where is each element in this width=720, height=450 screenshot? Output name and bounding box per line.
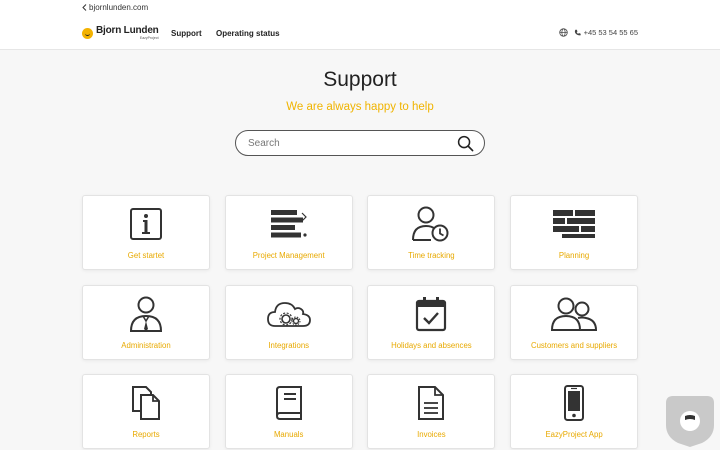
users-icon xyxy=(551,297,598,331)
card-label: Integrations xyxy=(268,340,310,350)
page-title: Support xyxy=(323,68,397,91)
back-link[interactable]: bjornlunden.com xyxy=(82,3,148,12)
info-icon xyxy=(130,208,162,240)
admin-user-icon xyxy=(129,296,163,332)
top-bar: bjornlunden.com xyxy=(0,0,720,16)
nav-link-operating-status[interactable]: Operating status xyxy=(216,29,280,38)
chat-widget-button[interactable] xyxy=(665,395,715,447)
chevron-left-icon xyxy=(82,4,87,11)
card-label: Manuals xyxy=(273,430,304,439)
globe-icon[interactable] xyxy=(558,28,568,37)
back-link-label: bjornlunden.com xyxy=(89,3,149,12)
card-eazyproject-app[interactable]: EazyProject App xyxy=(510,374,639,449)
card-integrations[interactable]: Integrations xyxy=(224,284,353,360)
card-label: Holidays and absences xyxy=(391,340,472,350)
phone-icon xyxy=(574,29,581,36)
card-label: Get startet xyxy=(127,251,165,260)
navbar: Bjorn Lunden EazyProject Support Operati… xyxy=(0,16,720,50)
mobile-phone-icon xyxy=(564,385,585,421)
search-input[interactable] xyxy=(248,135,448,152)
card-label: Customers and suppliers xyxy=(530,340,618,350)
card-planning[interactable]: Planning xyxy=(510,195,639,270)
cloud-gears-icon xyxy=(266,301,311,327)
card-get-started[interactable]: Get startet xyxy=(82,195,210,270)
card-holidays-absences[interactable]: Holidays and absences xyxy=(367,284,496,360)
card-label: Planning xyxy=(558,251,590,260)
card-project-management[interactable]: Project Management xyxy=(224,195,353,270)
card-customers-suppliers[interactable]: Customers and suppliers xyxy=(510,284,639,360)
card-reports[interactable]: Reports xyxy=(82,374,210,449)
logo[interactable]: Bjorn Lunden EazyProject xyxy=(82,26,159,41)
card-label: Invoices xyxy=(417,430,446,439)
project-bars-icon xyxy=(270,210,307,238)
card-label: Time tracking xyxy=(408,251,455,260)
card-invoices[interactable]: Invoices xyxy=(367,374,496,449)
card-time-tracking[interactable]: Time tracking xyxy=(367,195,496,270)
nav-link-support[interactable]: Support xyxy=(171,29,202,38)
card-label: Reports xyxy=(132,430,160,439)
invoice-icon xyxy=(418,386,445,420)
documents-icon xyxy=(132,386,160,420)
card-manuals[interactable]: Manuals xyxy=(224,374,353,449)
card-label: Project Management xyxy=(252,251,325,260)
phone-number: +45 53 54 55 65 xyxy=(583,28,638,37)
card-label: Administration xyxy=(121,340,171,350)
card-label: EazyProject App xyxy=(545,430,603,439)
card-administration[interactable]: Administration xyxy=(82,284,210,360)
chat-widget-icon xyxy=(666,396,714,447)
logo-name: Bjorn Lunden xyxy=(96,25,159,36)
phone-link[interactable]: +45 53 54 55 65 xyxy=(574,28,638,37)
support-categories-grid: Get startet Project Management Time trac… xyxy=(82,195,639,449)
calendar-check-icon xyxy=(416,296,447,331)
logo-subtitle: EazyProject xyxy=(139,36,159,40)
planning-bricks-icon xyxy=(553,210,596,238)
search-box xyxy=(235,130,485,156)
logo-smiley-icon xyxy=(82,27,93,39)
search-icon[interactable] xyxy=(457,135,474,152)
page-subtitle: We are always happy to help xyxy=(286,101,434,113)
book-icon xyxy=(275,386,302,420)
user-clock-icon xyxy=(412,206,449,242)
